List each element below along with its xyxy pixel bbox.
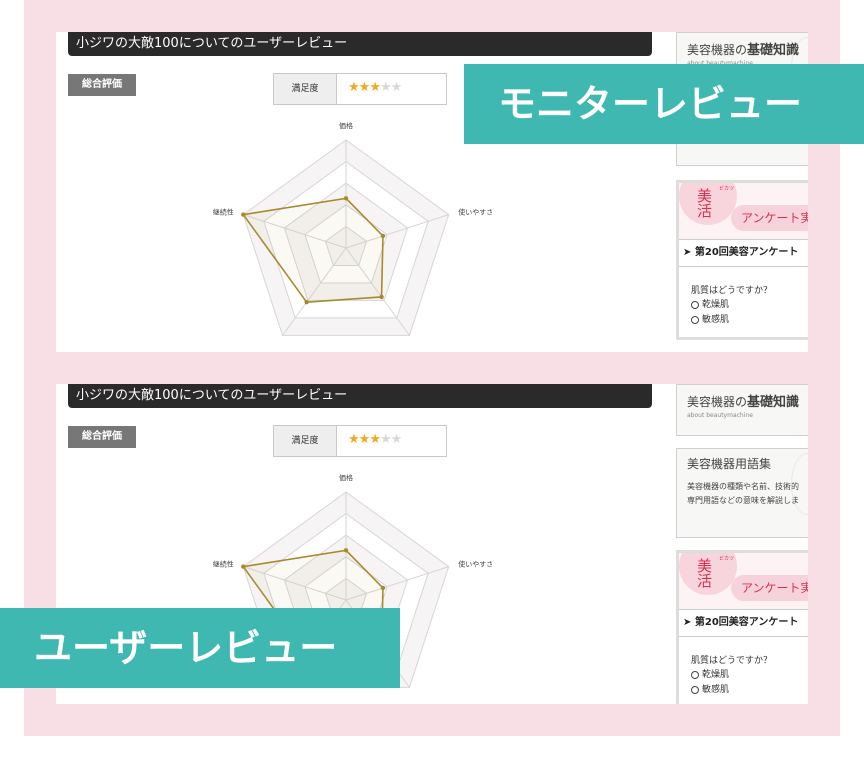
survey-heading[interactable]: ➤ 第20回美容アンケート [679, 239, 808, 267]
radar-point [304, 299, 309, 305]
radio-icon[interactable] [691, 300, 699, 309]
glossary-card[interactable]: 美容機器用語集 美容機器の種類や名前、技術的 専門用語などの意味を解説しま [676, 448, 808, 538]
star-empty-icon: ★ [390, 80, 403, 95]
survey-logo: 美活 [697, 187, 713, 220]
survey-option-sensitive[interactable]: 敏感肌 [679, 681, 808, 696]
survey-question: 肌質はどうですか？ [691, 286, 773, 296]
survey-option-sensitive[interactable]: 敏感肌 [679, 311, 808, 326]
sidebar: 美容機器の基礎知識 about beautymachine 美容機器用語集 美容… [676, 384, 808, 704]
star-filled-icon: ★ [369, 80, 381, 95]
user-review-banner: ユーザーレビュー [0, 608, 400, 688]
glossary-card-title: 美容機器用語集 [687, 457, 772, 471]
radio-icon[interactable] [691, 685, 699, 694]
satisfaction-label: 満足度 [274, 426, 337, 456]
basics-card-title: 美容機器の基礎知識 [687, 395, 800, 410]
radar-axis-label: 使いやすさ [458, 208, 493, 217]
radar-point [343, 196, 349, 201]
radar-axis-label: 継続性 [213, 560, 234, 569]
satisfaction-stars: ★★★★★ [348, 80, 403, 95]
radio-icon[interactable] [691, 670, 699, 679]
survey-heading[interactable]: ➤ 第20回美容アンケート [679, 609, 808, 637]
survey-header: 美活 ビカツ アンケート実 [679, 183, 808, 239]
survey-card[interactable]: 美活 ビカツ アンケート実 ➤ 第20回美容アンケート 肌質はどうですか？ 乾燥… [676, 550, 808, 704]
survey-ribbon: アンケート実 [731, 205, 808, 231]
basics-card-title: 美容機器の基礎知識 [687, 43, 800, 58]
survey-card[interactable]: 美活 ビカツ アンケート実 ➤ 第20回美容アンケート 肌質はどうですか？ 乾燥… [676, 180, 808, 340]
survey-option-dry[interactable]: 乾燥肌 [679, 296, 808, 311]
satisfaction-box: 満足度 ★★★★★ [273, 73, 447, 105]
survey-header: 美活 ビカツ アンケート実 [679, 553, 808, 609]
star-empty-icon: ★ [379, 80, 392, 95]
overall-rating-badge: 総合評価 [68, 426, 136, 448]
radar-axis-label: 使いやすさ [458, 560, 493, 569]
satisfaction-label: 満足度 [274, 74, 337, 104]
star-filled-icon: ★ [348, 80, 360, 95]
survey-logo-ruby: ビカツ [719, 556, 735, 562]
radar-point [343, 548, 349, 553]
satisfaction-box: 満足度 ★★★★★ [273, 425, 447, 457]
star-empty-icon: ★ [390, 432, 403, 447]
radio-icon[interactable] [691, 315, 699, 324]
radar-point [379, 294, 384, 300]
radar-axis-label: 継続性 [213, 208, 234, 217]
radar-chart: 価格使いやすさ 継続性 [213, 121, 493, 336]
radar-point [380, 233, 386, 239]
radar-point [241, 564, 246, 569]
survey-option-dry[interactable]: 乾燥肌 [679, 666, 808, 681]
basics-card-subtitle: about beautymachine [687, 412, 753, 419]
radar-point [380, 585, 386, 591]
star-empty-icon: ★ [379, 432, 392, 447]
radar-axis-label: 価格 [339, 473, 353, 482]
star-filled-icon: ★ [348, 432, 360, 447]
survey-question: 肌質はどうですか？ [691, 656, 773, 666]
review-title-bar: 小ジワの大敵100についてのユーザーレビュー [68, 32, 652, 56]
monitor-review-banner: モニターレビュー [464, 64, 864, 144]
survey-logo-ruby: ビカツ [719, 186, 735, 192]
star-filled-icon: ★ [369, 432, 381, 447]
survey-logo: 美活 [697, 557, 713, 590]
glossary-desc: 美容機器の種類や名前、技術的専門用語などの意味を解説しま [687, 482, 799, 505]
survey-ribbon: アンケート実 [731, 575, 808, 601]
basics-card[interactable]: 美容機器の基礎知識 about beautymachine [676, 384, 808, 436]
star-filled-icon: ★ [358, 80, 371, 95]
review-title-bar: 小ジワの大敵100についてのユーザーレビュー [68, 384, 652, 408]
satisfaction-stars: ★★★★★ [348, 432, 403, 447]
radar-axis-label: 価格 [339, 121, 353, 130]
overall-rating-badge: 総合評価 [68, 74, 136, 96]
star-filled-icon: ★ [358, 432, 371, 447]
radar-point [241, 212, 246, 217]
